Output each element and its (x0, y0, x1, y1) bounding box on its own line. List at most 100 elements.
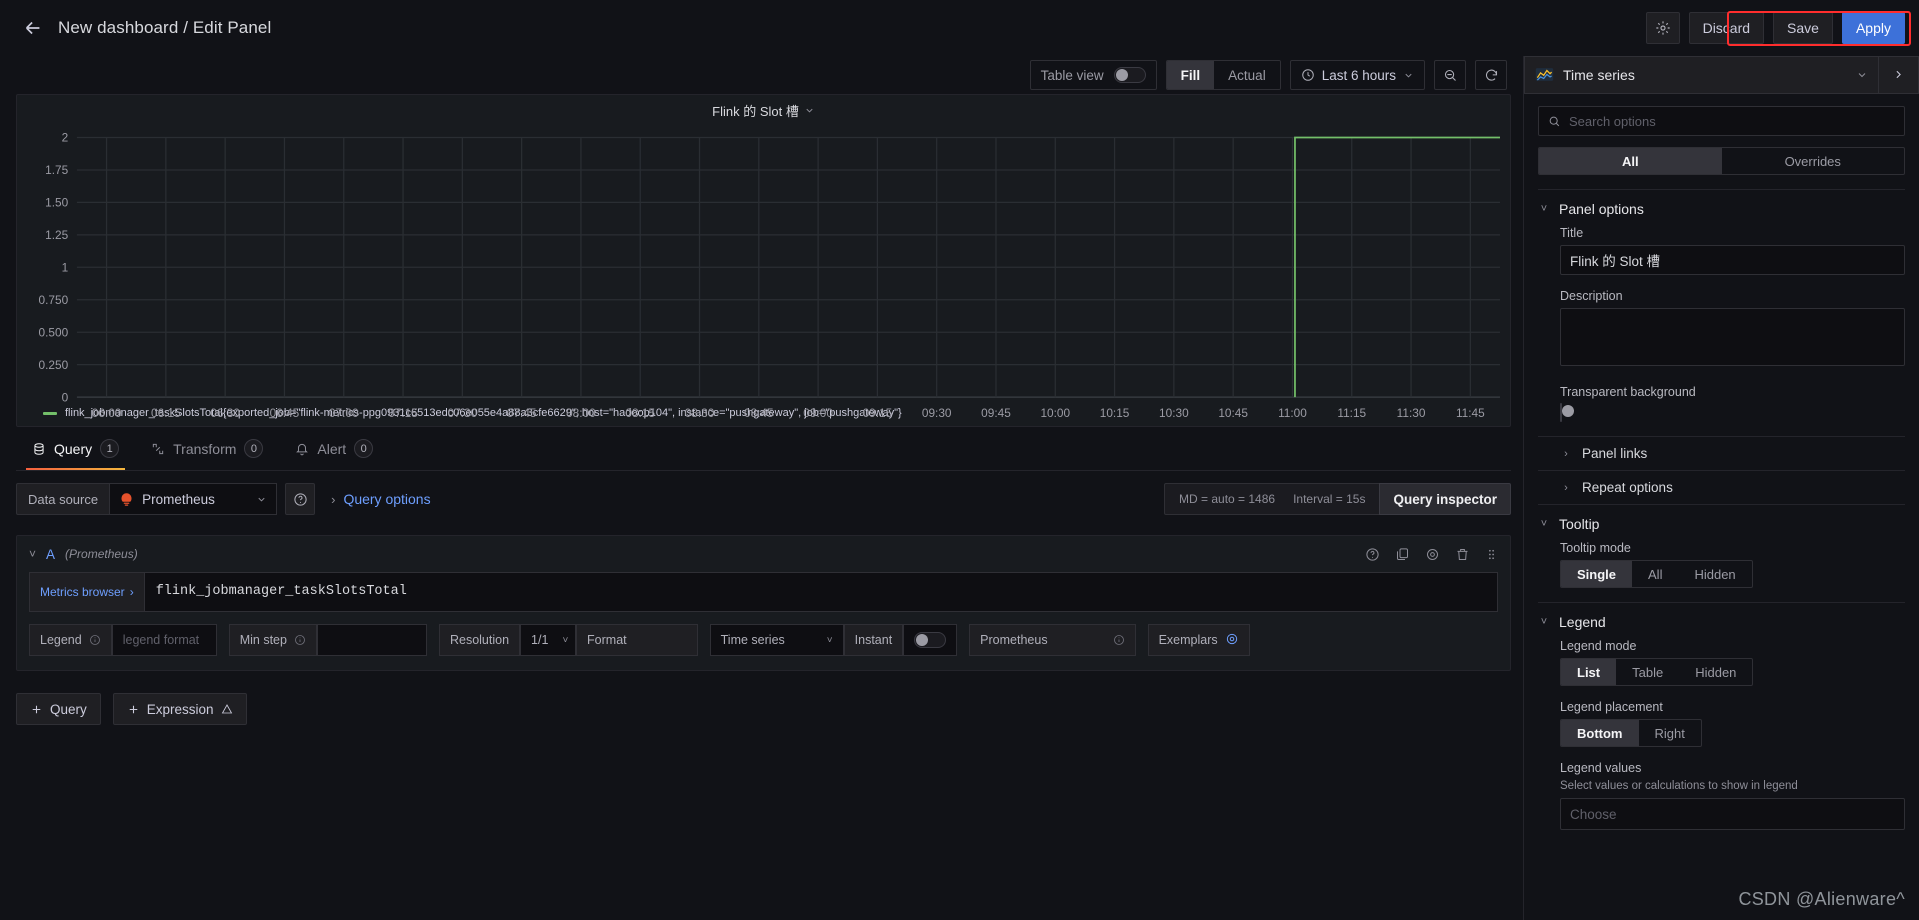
trash-icon (1457, 548, 1468, 560)
options-pane: Time series All Overrides (1523, 55, 1919, 920)
remove-query-button[interactable] (1455, 547, 1470, 562)
add-expression-label: Expression (146, 701, 214, 717)
info-circle-icon[interactable] (89, 634, 101, 646)
prometheus-logo-icon (121, 492, 132, 506)
section-legend-title: Legend (1559, 614, 1606, 630)
options-search[interactable] (1538, 106, 1905, 136)
switch-knob (916, 634, 929, 646)
table-view-toggle[interactable]: Table view (1029, 60, 1157, 90)
add-expression-button[interactable]: Expression (112, 693, 247, 725)
instant-toggle[interactable] (903, 624, 958, 656)
discard-button[interactable]: Discard (1688, 12, 1765, 44)
format-select[interactable]: Time series ˅ (709, 624, 844, 656)
query-editor-area: Data source Prometheus › Query options M… (16, 471, 1511, 920)
top-bar: New dashboard / Edit Panel Discard Save … (0, 0, 1919, 56)
exemplars-option[interactable]: Exemplars (1147, 624, 1250, 656)
panel-title: Flink 的 Slot 槽 (712, 103, 799, 119)
repeat-options-label: Repeat options (1582, 480, 1673, 495)
query-options-toggle[interactable]: › Query options (331, 491, 431, 507)
question-circle-icon (293, 492, 307, 506)
time-range-label: Last 6 hours (1321, 67, 1396, 83)
section-panel-options-header[interactable]: ˅ Panel options (1538, 190, 1905, 226)
zoom-out-icon (1444, 69, 1456, 81)
query-help-icon[interactable] (1365, 547, 1380, 562)
options-search-input[interactable] (1569, 113, 1895, 129)
legend-label-text: Legend (40, 633, 82, 647)
legend-format-input[interactable]: legend format (111, 624, 217, 656)
chart-area[interactable]: 2 1.75 1.50 1.25 1 0.750 0.500 0.250 0 06:00 06:1… (17, 125, 1510, 420)
repeat-options-row[interactable]: › Repeat options (1538, 471, 1905, 504)
legend-mode-table[interactable]: Table (1616, 659, 1679, 685)
query-interval: Interval = 15s (1293, 492, 1366, 506)
panel-description-input[interactable] (1560, 308, 1905, 366)
query-inspector-button[interactable]: Query inspector (1379, 483, 1511, 515)
zoom-out-button[interactable] (1434, 60, 1466, 90)
panel-title-menu[interactable]: Flink 的 Slot 槽 (17, 95, 1510, 125)
datasource-picker[interactable]: Prometheus (109, 483, 278, 515)
chevron-down-icon (1858, 72, 1866, 77)
legend-placement-right[interactable]: Right (1639, 720, 1701, 746)
chevron-down-icon (1405, 73, 1412, 78)
toggle-options-pane-button[interactable] (1879, 55, 1919, 94)
tab-query-count: 1 (100, 439, 120, 458)
metrics-browser-button[interactable]: Metrics browser › (29, 572, 144, 612)
actual-option[interactable]: Actual (1214, 61, 1280, 89)
duplicate-query-button[interactable] (1395, 547, 1410, 562)
tooltip-mode-single[interactable]: Single (1561, 561, 1633, 587)
refresh-button[interactable] (1475, 60, 1507, 90)
query-ref-id[interactable]: A (46, 547, 55, 562)
section-tooltip-header[interactable]: ˅ Tooltip (1538, 505, 1905, 541)
datasource-help-button[interactable] (285, 483, 316, 515)
tab-overrides[interactable]: Overrides (1722, 148, 1905, 174)
legend-mode-list[interactable]: List (1561, 659, 1617, 685)
left-pane: Table view Fill Actual Last 6 hours Flin… (0, 56, 1523, 920)
transparent-background-switch[interactable] (1560, 403, 1574, 422)
tab-transform[interactable]: Transform 0 (135, 427, 279, 470)
chevron-down-icon: ˅ (1540, 616, 1548, 628)
datasource-label: Data source (16, 483, 110, 515)
refresh-icon (1485, 69, 1497, 81)
fill-option[interactable]: Fill (1166, 61, 1215, 89)
drag-handle-icon (1489, 549, 1494, 559)
eye-icon[interactable] (1225, 632, 1239, 649)
apply-button[interactable]: Apply (1841, 12, 1905, 44)
query-row-header: ˅ A (Prometheus) (17, 536, 1510, 572)
panel-title-input[interactable] (1560, 245, 1905, 275)
tooltip-mode-all[interactable]: All (1632, 561, 1678, 587)
time-range-picker[interactable]: Last 6 hours (1289, 60, 1425, 90)
min-step-input[interactable] (316, 624, 427, 656)
tab-query[interactable]: Query 1 (16, 427, 135, 470)
tab-all[interactable]: All (1539, 148, 1722, 174)
info-circle-icon[interactable] (294, 634, 306, 646)
query-meta: MD = auto = 1486 Interval = 15s Query in… (1164, 483, 1511, 515)
section-panel-options: ˅ Panel options Title Description Transp… (1538, 189, 1905, 504)
format-value: Time series (720, 633, 785, 647)
drag-query-handle[interactable] (1485, 547, 1498, 562)
promql-expression-input[interactable]: flink_jobmanager_taskSlotsTotal (143, 572, 1498, 612)
resolution-select[interactable]: 1/1 ˅ (520, 624, 577, 656)
viz-type-button[interactable]: Time series (1524, 55, 1879, 94)
hide-response-button[interactable] (1425, 547, 1440, 562)
add-query-button[interactable]: Query (16, 693, 101, 725)
legend-placement-bottom[interactable]: Bottom (1561, 720, 1639, 746)
tab-alert[interactable]: Alert 0 (279, 427, 389, 470)
tooltip-mode-hidden[interactable]: Hidden (1678, 561, 1751, 587)
back-button[interactable] (18, 13, 48, 43)
legend-values-select[interactable]: Choose (1560, 798, 1905, 830)
question-circle-icon (1366, 547, 1379, 561)
save-button[interactable]: Save (1773, 12, 1833, 44)
section-legend-header[interactable]: ˅ Legend (1538, 603, 1905, 639)
table-view-switch[interactable] (1113, 67, 1146, 83)
grafana-edit-panel: New dashboard / Edit Panel Discard Save … (0, 0, 1919, 920)
panel-links-row[interactable]: › Panel links (1538, 437, 1905, 470)
chevron-down-icon[interactable]: ˅ (29, 547, 36, 561)
instant-option-label: Instant (843, 624, 904, 656)
legend-mode-hidden[interactable]: Hidden (1679, 659, 1752, 685)
info-circle-icon[interactable] (1113, 634, 1125, 646)
exemplars-label-text: Exemplars (1158, 633, 1218, 647)
query-expression-row: Metrics browser › flink_jobmanager_taskS… (29, 572, 1498, 612)
chevron-right-icon: › (129, 585, 134, 599)
instant-switch[interactable] (914, 632, 947, 648)
panel-settings-button[interactable] (1645, 12, 1680, 44)
max-data-points: MD = auto = 1486 (1179, 492, 1276, 506)
